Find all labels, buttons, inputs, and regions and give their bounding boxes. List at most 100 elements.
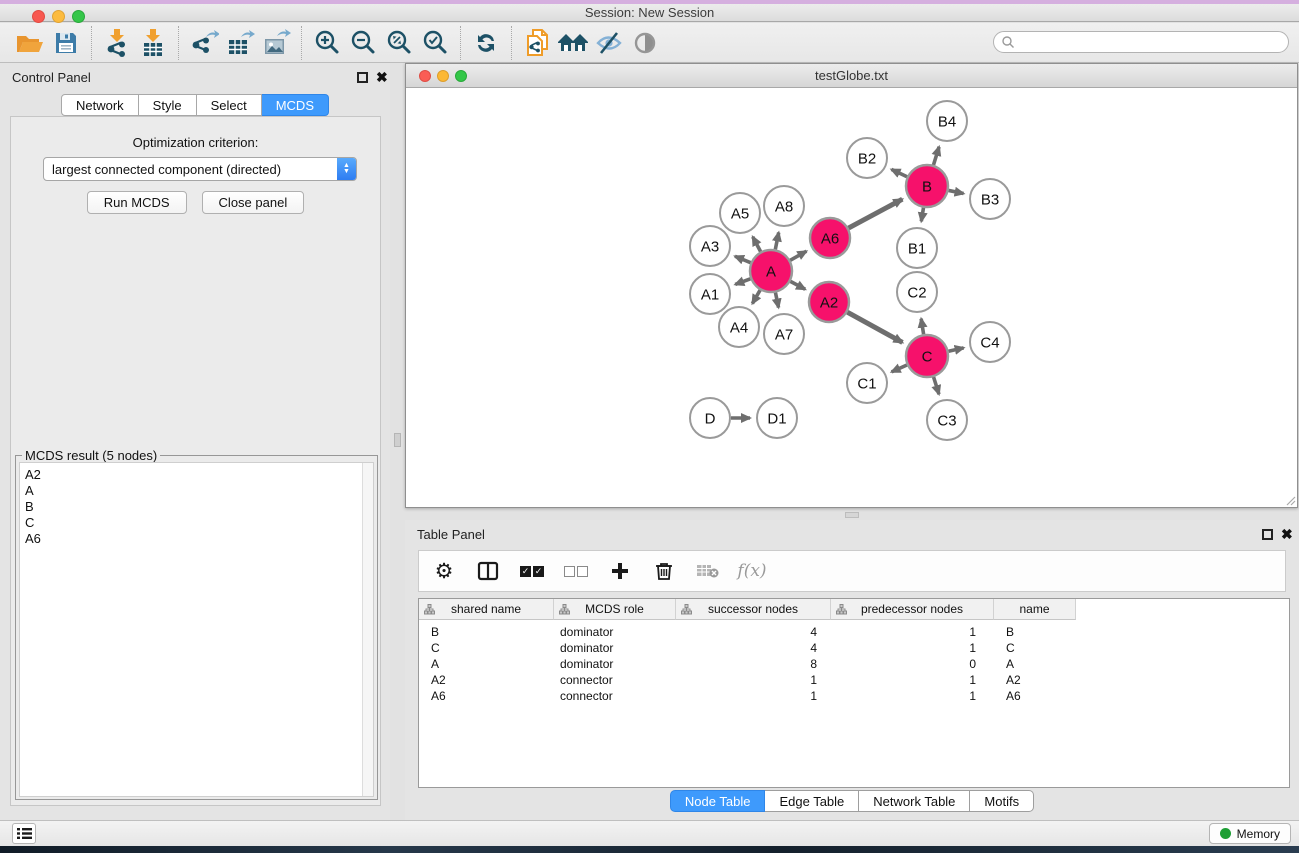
memory-button[interactable]: Memory — [1209, 823, 1291, 844]
tab-network-table[interactable]: Network Table — [859, 790, 970, 812]
criterion-dropdown[interactable]: largest connected component (directed) ▲… — [43, 157, 357, 181]
node-B3[interactable]: B3 — [970, 179, 1010, 219]
node-A1[interactable]: A1 — [690, 274, 730, 314]
home-icon[interactable] — [555, 25, 591, 61]
node-C2[interactable]: C2 — [897, 272, 937, 312]
mcds-result-list[interactable]: A2ABCA6 — [19, 462, 374, 797]
node-C[interactable]: C — [906, 335, 948, 377]
resize-grip-icon[interactable] — [1284, 494, 1296, 506]
export-image-icon[interactable] — [258, 25, 294, 61]
network-canvas[interactable]: B4 B2 B B3 A8A5 A6 B1 A3 A C2 A1 A2 A4A7 C4 C C1 C3 D D1 — [406, 88, 1297, 507]
tab-select[interactable]: Select — [197, 94, 262, 116]
close-table-panel-icon[interactable]: ✖ — [1281, 526, 1293, 543]
edge-C-C2[interactable] — [921, 319, 923, 335]
tab-mcds[interactable]: MCDS — [262, 94, 329, 116]
node-D1[interactable]: D1 — [757, 398, 797, 438]
hide-panel-icon[interactable] — [591, 25, 627, 61]
edge-A2-C[interactable] — [847, 312, 902, 342]
column-header-successor-nodes[interactable]: successor nodes — [676, 599, 831, 620]
edge-C-C4[interactable] — [948, 348, 963, 351]
edge-A-A2[interactable] — [790, 281, 805, 289]
node-A8[interactable]: A8 — [764, 186, 804, 226]
column-header-shared-name[interactable]: shared name — [419, 599, 554, 620]
edge-B-B3[interactable] — [949, 190, 964, 193]
table-row[interactable]: Cdominator41C — [419, 640, 1289, 656]
run-mcds-button[interactable]: Run MCDS — [87, 191, 187, 214]
select-all-icon[interactable]: ✓✓ — [517, 556, 547, 586]
deselect-all-icon[interactable] — [561, 556, 591, 586]
mcds-result-item[interactable]: A — [25, 483, 373, 499]
close-panel-icon[interactable]: ✖ — [376, 69, 388, 86]
table-row[interactable]: Adominator80A — [419, 656, 1289, 672]
table-row[interactable]: Bdominator41B — [419, 624, 1289, 640]
node-C4[interactable]: C4 — [970, 322, 1010, 362]
column-header-mcds-role[interactable]: MCDS role — [554, 599, 676, 620]
node-A5[interactable]: A5 — [720, 193, 760, 233]
edge-A-A8[interactable] — [775, 232, 778, 249]
table-row[interactable]: A2connector11A2 — [419, 672, 1289, 688]
edge-A6-B[interactable] — [849, 199, 903, 228]
node-A6[interactable]: A6 — [810, 218, 850, 258]
node-B2[interactable]: B2 — [847, 138, 887, 178]
network-window-titlebar[interactable]: testGlobe.txt — [406, 64, 1297, 88]
add-icon[interactable] — [605, 556, 635, 586]
result-scrollbar[interactable] — [362, 463, 373, 796]
tab-edge-table[interactable]: Edge Table — [765, 790, 859, 812]
edge-C-C3[interactable] — [934, 377, 939, 394]
zoom-fit-icon[interactable] — [381, 25, 417, 61]
mcds-result-item[interactable]: A2 — [25, 467, 373, 483]
float-table-panel-icon[interactable] — [1262, 529, 1273, 540]
import-table-icon[interactable] — [135, 25, 171, 61]
node-A4[interactable]: A4 — [719, 307, 759, 347]
node-A3[interactable]: A3 — [690, 226, 730, 266]
close-panel-button[interactable]: Close panel — [202, 191, 305, 214]
float-panel-icon[interactable] — [357, 72, 368, 83]
table-row[interactable]: A6connector11A6 — [419, 688, 1289, 704]
network-file-icon[interactable] — [519, 25, 555, 61]
mcds-result-item[interactable]: B — [25, 499, 373, 515]
tab-motifs[interactable]: Motifs — [970, 790, 1034, 812]
edge-B-B1[interactable] — [921, 208, 923, 222]
column-header-predecessor-nodes[interactable]: predecessor nodes — [831, 599, 994, 620]
node-B1[interactable]: B1 — [897, 228, 937, 268]
save-session-icon[interactable] — [48, 25, 84, 61]
tab-network[interactable]: Network — [61, 94, 139, 116]
node-B[interactable]: B — [906, 165, 948, 207]
show-columns-icon[interactable] — [473, 556, 503, 586]
zoom-selected-icon[interactable] — [417, 25, 453, 61]
tab-style[interactable]: Style — [139, 94, 197, 116]
node-B4[interactable]: B4 — [927, 101, 967, 141]
export-table-icon[interactable] — [222, 25, 258, 61]
node-C1[interactable]: C1 — [847, 363, 887, 403]
eye-icon[interactable] — [627, 25, 663, 61]
refresh-icon[interactable] — [468, 25, 504, 61]
node-A[interactable]: A — [750, 250, 792, 292]
node-A2[interactable]: A2 — [809, 282, 849, 322]
search-input[interactable] — [1015, 33, 1288, 51]
zoom-out-icon[interactable] — [345, 25, 381, 61]
delete-icon[interactable] — [649, 556, 679, 586]
edge-B-B2[interactable] — [891, 169, 907, 176]
task-history-button[interactable] — [12, 823, 36, 844]
edge-A-A6[interactable] — [790, 251, 806, 260]
column-header-name[interactable]: name — [994, 599, 1076, 620]
node-D[interactable]: D — [690, 398, 730, 438]
import-network-icon[interactable] — [99, 25, 135, 61]
export-network-icon[interactable] — [186, 25, 222, 61]
zoom-in-icon[interactable] — [309, 25, 345, 61]
edge-C-C1[interactable] — [892, 365, 907, 372]
edge-A-A7[interactable] — [775, 293, 778, 308]
edge-A-A1[interactable] — [735, 279, 750, 285]
node-C3[interactable]: C3 — [927, 400, 967, 440]
table-settings-icon[interactable]: ⚙ — [429, 556, 459, 586]
search-field[interactable] — [993, 31, 1289, 53]
edge-A-A3[interactable] — [735, 256, 751, 262]
mcds-result-item[interactable]: A6 — [25, 531, 373, 547]
edge-B-B4[interactable] — [933, 147, 939, 165]
vertical-splitter-grip[interactable] — [394, 433, 401, 447]
open-session-icon[interactable] — [12, 25, 48, 61]
mcds-result-item[interactable]: C — [25, 515, 373, 531]
node-A7[interactable]: A7 — [764, 314, 804, 354]
tab-node-table[interactable]: Node Table — [670, 790, 766, 812]
edge-A-A5[interactable] — [753, 237, 761, 252]
